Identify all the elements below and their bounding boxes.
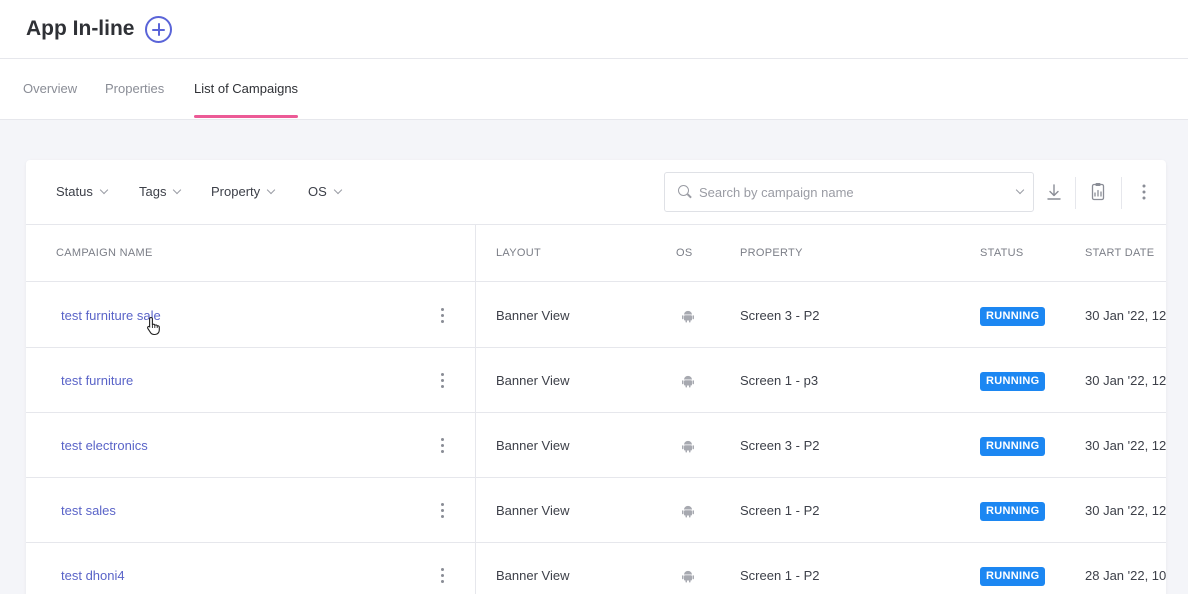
more-options-button[interactable] xyxy=(1133,180,1155,204)
filter-tags[interactable]: Tags xyxy=(139,184,182,199)
row-more-options-icon[interactable] xyxy=(440,307,446,325)
status-badge: RUNNING xyxy=(980,372,1046,391)
header-status[interactable]: STATUS xyxy=(980,247,1024,259)
campaign-name-link[interactable]: test furniture xyxy=(61,373,133,388)
start-date-cell: 28 Jan '22, 10 xyxy=(1085,568,1166,583)
layout-cell: Banner View xyxy=(496,568,570,583)
campaign-search xyxy=(664,172,1034,212)
property-cell: Screen 3 - P2 xyxy=(740,438,820,453)
start-date-cell: 30 Jan '22, 12 xyxy=(1085,373,1166,388)
filter-bar: Status Tags Property OS xyxy=(26,160,1166,225)
table-row: test sales Banner View Screen 1 - P2 RUN… xyxy=(26,478,1166,543)
table-row: test dhoni4 Banner View Screen 1 - P2 RU… xyxy=(26,543,1166,594)
search-input[interactable] xyxy=(699,181,999,203)
filter-os[interactable]: OS xyxy=(308,184,343,199)
android-icon xyxy=(682,505,694,518)
chevron-down-icon xyxy=(266,185,276,195)
report-icon xyxy=(1091,183,1105,201)
status-badge: RUNNING xyxy=(980,502,1046,521)
search-icon xyxy=(678,185,689,196)
campaign-name-link[interactable]: test electronics xyxy=(61,438,148,453)
layout-cell: Banner View xyxy=(496,438,570,453)
filter-status[interactable]: Status xyxy=(56,184,109,199)
property-cell: Screen 1 - p3 xyxy=(740,373,819,388)
header-os[interactable]: OS xyxy=(676,247,693,259)
header-property[interactable]: PROPERTY xyxy=(740,247,803,259)
table-row: test furniture Banner View Screen 1 - p3… xyxy=(26,348,1166,413)
android-icon xyxy=(682,570,694,583)
table-row: test furniture sale Banner View Screen 3… xyxy=(26,283,1166,348)
tab-overview[interactable]: Overview xyxy=(23,59,77,119)
app-title: App In-line xyxy=(26,17,135,40)
campaigns-card: Status Tags Property OS Search by campai… xyxy=(26,160,1166,594)
status-badge: RUNNING xyxy=(980,567,1046,586)
download-icon xyxy=(1047,184,1061,200)
layout-cell: Banner View xyxy=(496,373,570,388)
android-icon xyxy=(682,440,694,453)
property-cell: Screen 3 - P2 xyxy=(740,308,820,323)
chevron-down-icon xyxy=(173,185,182,195)
toolbar-divider xyxy=(1121,177,1122,209)
campaign-name-link[interactable]: test furniture sale xyxy=(61,308,161,323)
start-date-cell: 30 Jan '22, 12 xyxy=(1085,308,1166,323)
layout-cell: Banner View xyxy=(496,503,570,518)
chevron-down-icon[interactable] xyxy=(1015,185,1025,195)
android-icon xyxy=(682,310,694,323)
add-campaign-button[interactable] xyxy=(145,16,172,43)
status-badge: RUNNING xyxy=(980,437,1046,456)
tab-properties[interactable]: Properties xyxy=(105,59,164,119)
header-campaign-name[interactable]: CAMPAIGN NAME xyxy=(56,247,153,259)
chevron-down-icon xyxy=(99,185,109,195)
start-date-cell: 30 Jan '22, 12 xyxy=(1085,503,1166,518)
tab-bar: Overview Properties List of Campaigns xyxy=(0,59,1188,120)
more-vertical-icon xyxy=(1142,184,1146,200)
android-icon xyxy=(682,375,694,388)
table-header: CAMPAIGN NAME LAYOUT OS PROPERTY STATUS … xyxy=(26,225,1166,282)
report-button[interactable] xyxy=(1087,180,1109,204)
header-layout[interactable]: LAYOUT xyxy=(496,247,541,259)
filter-property[interactable]: Property xyxy=(211,184,276,199)
start-date-cell: 30 Jan '22, 12 xyxy=(1085,438,1166,453)
chevron-down-icon xyxy=(333,185,343,195)
row-more-options-icon[interactable] xyxy=(440,372,446,390)
row-more-options-icon[interactable] xyxy=(440,437,446,455)
layout-cell: Banner View xyxy=(496,308,570,323)
tab-list-of-campaigns[interactable]: List of Campaigns xyxy=(194,59,299,119)
row-more-options-icon[interactable] xyxy=(440,567,446,585)
campaign-name-link[interactable]: test dhoni4 xyxy=(61,568,125,583)
row-more-options-icon[interactable] xyxy=(440,502,446,520)
property-cell: Screen 1 - P2 xyxy=(740,568,820,583)
campaign-name-link[interactable]: test sales xyxy=(61,503,116,518)
status-badge: RUNNING xyxy=(980,307,1046,326)
table-row: test electronics Banner View Screen 3 - … xyxy=(26,413,1166,478)
header-start-date[interactable]: START DATE xyxy=(1085,247,1154,259)
app-header: App In-line xyxy=(0,0,1188,59)
toolbar-divider xyxy=(1075,177,1076,209)
download-button[interactable] xyxy=(1043,180,1065,204)
property-cell: Screen 1 - P2 xyxy=(740,503,820,518)
